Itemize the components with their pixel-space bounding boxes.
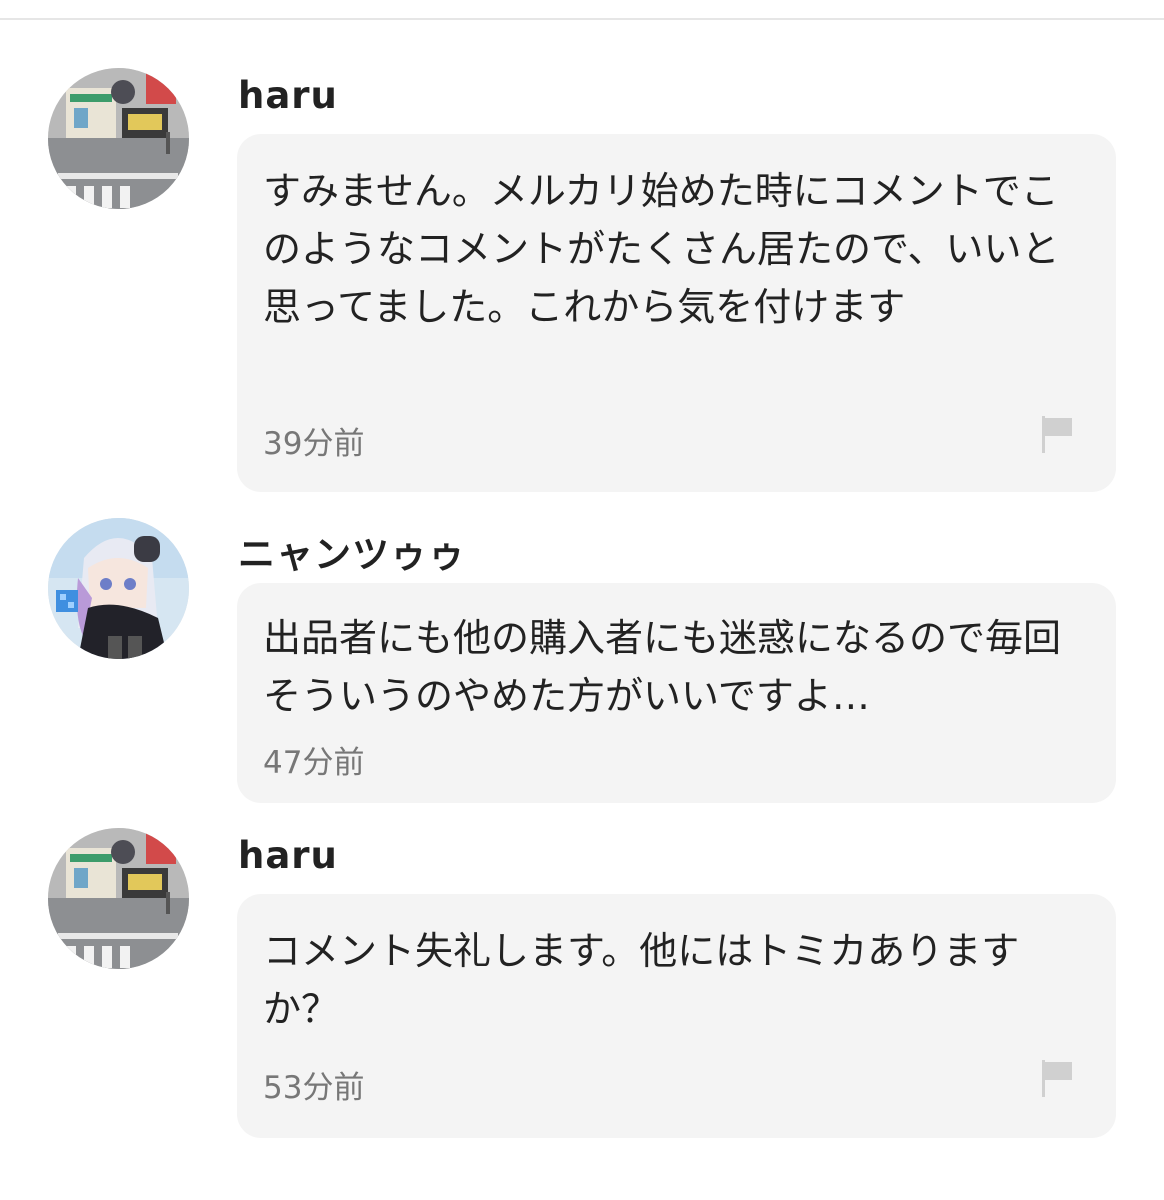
avatar-street-diorama-icon: [48, 828, 189, 969]
user-avatar[interactable]: [48, 828, 189, 969]
comment-text: すみません。メルカリ始めた時にコメントでこのようなコメントがたくさん居たので、い…: [263, 169, 1060, 329]
comment-item: haru すみません。メルカリ始めた時にコメントでこのようなコメントがたくさん居…: [0, 68, 1164, 498]
comment-text: コメント失礼します。他にはトミカありますか？: [263, 929, 1020, 1031]
user-avatar[interactable]: [48, 518, 189, 659]
comment-timestamp: 39分前: [263, 426, 365, 462]
comment-username[interactable]: ニャンツゥゥ: [238, 524, 466, 578]
user-avatar[interactable]: [48, 68, 189, 209]
avatar-anime-girl-icon: [48, 518, 189, 659]
top-divider: [0, 18, 1164, 20]
avatar-street-diorama-icon: [48, 68, 189, 209]
comment-item: ニャンツゥゥ 出品者にも他の購入者にも迷惑になるので毎回そういうのやめた方がいい…: [0, 518, 1164, 808]
comment-timestamp: 53分前: [263, 1070, 365, 1106]
comment-item: haru コメント失礼します。他にはトミカありますか？ 53分前: [0, 828, 1164, 1148]
comment-bubble: すみません。メルカリ始めた時にコメントでこのようなコメントがたくさん居たので、い…: [237, 134, 1116, 492]
flag-icon[interactable]: [1040, 1058, 1074, 1098]
comment-username[interactable]: haru: [238, 74, 338, 117]
comment-username[interactable]: haru: [238, 834, 338, 877]
comment-text: 出品者にも他の購入者にも迷惑になるので毎回そういうのやめた方がいいですよ…: [263, 616, 1062, 718]
comment-bubble: 出品者にも他の購入者にも迷惑になるので毎回そういうのやめた方がいいですよ… 47…: [237, 583, 1116, 803]
comment-timestamp: 47分前: [263, 745, 365, 781]
comment-bubble: コメント失礼します。他にはトミカありますか？ 53分前: [237, 894, 1116, 1138]
flag-icon[interactable]: [1040, 414, 1074, 454]
